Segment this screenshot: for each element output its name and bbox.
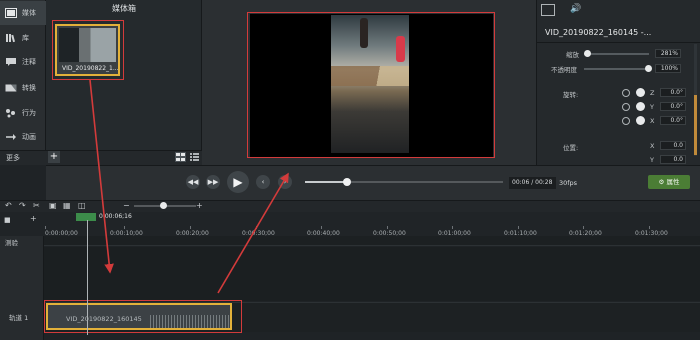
annotation-arrows	[89, 79, 289, 294]
arrow-timeline-to-canvas	[217, 172, 289, 294]
arrow-bin-to-timeline	[89, 79, 114, 274]
